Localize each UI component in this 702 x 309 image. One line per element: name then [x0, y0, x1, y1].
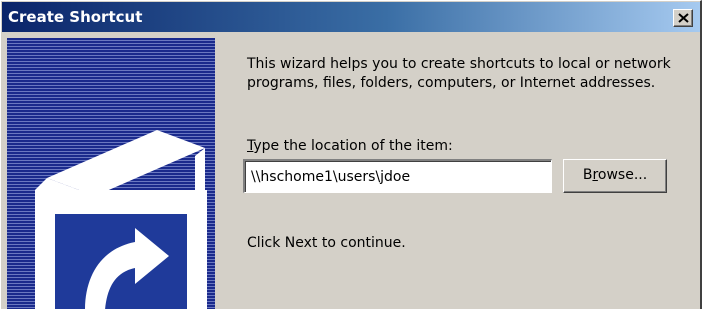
wizard-side-panel: [7, 38, 215, 309]
browse-label-before: B: [582, 167, 593, 183]
browse-label-after: owse...: [597, 167, 648, 183]
location-label-text: ype the location of the item:: [253, 138, 453, 154]
title-bar[interactable]: Create Shortcut: [2, 2, 700, 32]
location-label: Type the location of the item:: [247, 137, 453, 155]
create-shortcut-dialog: Create Shortcut This wizard helps you to…: [0, 0, 702, 309]
shortcut-arrow-icon: [35, 130, 207, 309]
intro-text: This wizard helps you to create shortcut…: [247, 56, 671, 91]
close-button[interactable]: [673, 9, 693, 27]
browse-button[interactable]: Browse...: [563, 159, 667, 193]
close-icon: [678, 13, 689, 23]
location-input[interactable]: [243, 159, 552, 193]
window-title: Create Shortcut: [8, 8, 143, 26]
continue-instruction: Click Next to continue.: [247, 235, 406, 251]
